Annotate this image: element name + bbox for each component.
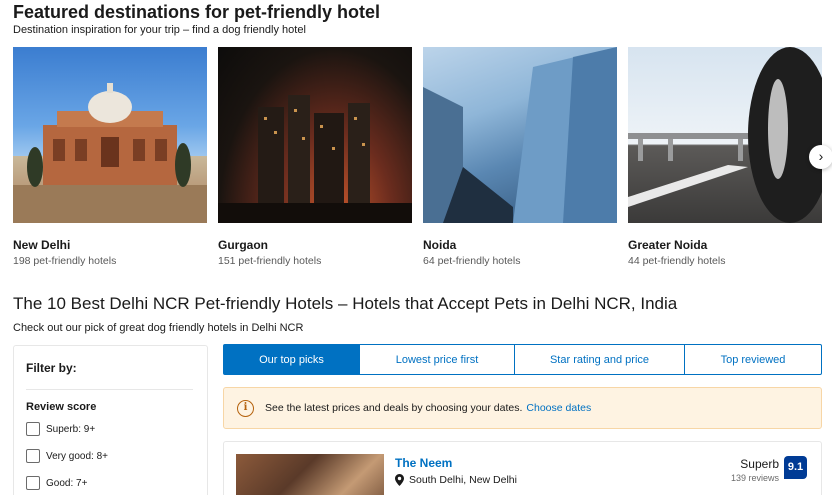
tab-our-top-picks[interactable]: Our top picks — [223, 344, 360, 375]
hotel-card[interactable]: The Neem South Delhi, New Delhi Superb 1… — [223, 441, 822, 495]
best-hotels-title: The 10 Best Delhi NCR Pet-friendly Hotel… — [13, 294, 678, 313]
filter-option-label: Very good: 8+ — [46, 450, 108, 462]
best-hotels-subtitle: Check out our pick of great dog friendly… — [13, 322, 304, 334]
destination-count: 151 pet-friendly hotels — [218, 255, 322, 267]
destination-name[interactable]: Gurgaon — [218, 238, 412, 252]
hotel-image[interactable] — [236, 454, 384, 495]
filter-title: Filter by: — [26, 361, 77, 375]
filter-option-label: Good: 7+ — [46, 477, 88, 489]
location-pin-icon — [395, 474, 404, 486]
filter-divider — [26, 389, 193, 390]
tab-top-reviewed[interactable]: Top reviewed — [685, 344, 822, 375]
destination-image[interactable] — [13, 47, 207, 223]
checkbox[interactable] — [26, 422, 40, 436]
info-icon: i — [237, 399, 254, 417]
hotel-name[interactable]: The Neem — [395, 456, 452, 470]
carousel-next-button[interactable]: › — [809, 145, 832, 169]
sort-tabs: Our top picks Lowest price first Star ra… — [223, 344, 822, 375]
notice-text: See the latest prices and deals by choos… — [265, 402, 523, 414]
destination-count: 44 pet-friendly hotels — [628, 255, 726, 267]
checkbox[interactable] — [26, 449, 40, 463]
filter-panel: Filter by: Review score Superb: 9+ Very … — [13, 345, 208, 495]
destination-name[interactable]: New Delhi — [13, 238, 207, 252]
destination-image[interactable] — [628, 47, 822, 223]
choose-dates-link[interactable]: Choose dates — [526, 402, 591, 414]
destination-card-noida[interactable]: Noida 64 pet-friendly hotels — [423, 47, 617, 267]
filter-option-very-good[interactable]: Very good: 8+ — [26, 449, 108, 463]
destination-card-new-delhi[interactable]: New Delhi 198 pet-friendly hotels — [13, 47, 207, 267]
score-badge: 9.1 — [784, 456, 807, 479]
rating-word: Superb — [740, 457, 779, 471]
dates-notice: i See the latest prices and deals by cho… — [223, 387, 822, 429]
filter-option-label: Superb: 9+ — [46, 423, 96, 435]
destination-image[interactable] — [423, 47, 617, 223]
destination-count: 198 pet-friendly hotels — [13, 255, 117, 267]
destination-name[interactable]: Noida — [423, 238, 617, 252]
destination-card-greater-noida[interactable]: Greater Noida 44 pet-friendly hotels — [628, 47, 822, 267]
hotel-location: South Delhi, New Delhi — [395, 474, 517, 486]
destination-image[interactable] — [218, 47, 412, 223]
filter-option-superb[interactable]: Superb: 9+ — [26, 422, 95, 436]
review-count: 139 reviews — [730, 473, 779, 483]
tab-star-rating[interactable]: Star rating and price — [515, 344, 685, 375]
review-score-heading: Review score — [26, 401, 97, 413]
destination-name[interactable]: Greater Noida — [628, 238, 822, 252]
destination-card-gurgaon[interactable]: Gurgaon 151 pet-friendly hotels — [218, 47, 412, 267]
tab-lowest-price[interactable]: Lowest price first — [360, 344, 515, 375]
featured-title: Featured destinations for pet-friendly h… — [13, 2, 381, 22]
destination-count: 64 pet-friendly hotels — [423, 255, 521, 267]
filter-option-good[interactable]: Good: 7+ — [26, 476, 87, 490]
hotel-location-text: South Delhi, New Delhi — [409, 474, 517, 486]
featured-subtitle: Destination inspiration for your trip – … — [13, 24, 306, 36]
checkbox[interactable] — [26, 476, 40, 490]
